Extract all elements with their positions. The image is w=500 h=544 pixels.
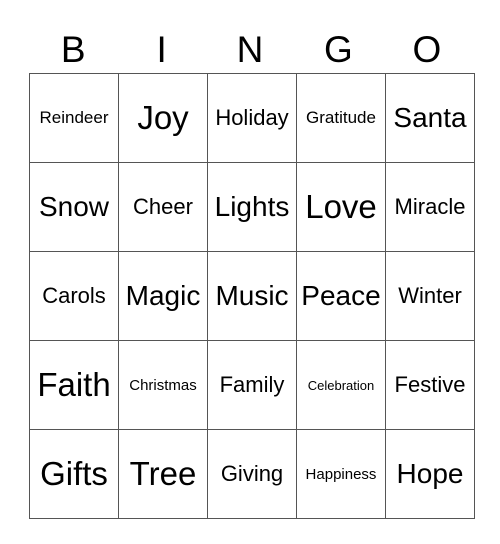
bingo-header: B I N G O xyxy=(29,28,471,72)
bingo-cell[interactable]: Family xyxy=(207,340,297,430)
bingo-cell[interactable]: Festive xyxy=(385,340,475,430)
bingo-cell[interactable]: Gifts xyxy=(29,429,119,519)
bingo-cell[interactable]: Winter xyxy=(385,251,475,341)
bingo-cell[interactable]: Carols xyxy=(29,251,119,341)
header-letter-b: B xyxy=(60,29,86,70)
bingo-row: Gifts Tree Giving Happiness Hope xyxy=(29,429,475,519)
bingo-cell[interactable]: Santa xyxy=(385,73,475,163)
bingo-cell[interactable]: Lights xyxy=(207,162,297,252)
bingo-row: Carols Magic Music Peace Winter xyxy=(29,251,475,341)
bingo-cell[interactable]: Hope xyxy=(385,429,475,519)
bingo-cell[interactable]: Miracle xyxy=(385,162,475,252)
header-letter-n: N xyxy=(236,29,264,70)
bingo-cell[interactable]: Cheer xyxy=(118,162,208,252)
bingo-cell[interactable]: Love xyxy=(296,162,386,252)
bingo-row: Reindeer Joy Holiday Gratitude Santa xyxy=(29,73,475,163)
bingo-cell[interactable]: Reindeer xyxy=(29,73,119,163)
bingo-cell[interactable]: Magic xyxy=(118,251,208,341)
bingo-cell[interactable]: Joy xyxy=(118,73,208,163)
bingo-cell[interactable]: Tree xyxy=(118,429,208,519)
bingo-cell[interactable]: Music xyxy=(207,251,297,341)
bingo-cell[interactable]: Snow xyxy=(29,162,119,252)
bingo-cell[interactable]: Christmas xyxy=(118,340,208,430)
bingo-cell[interactable]: Celebration xyxy=(296,340,386,430)
bingo-cell[interactable]: Giving xyxy=(207,429,297,519)
header-letter-g: G xyxy=(324,29,353,70)
header-letter-i: I xyxy=(156,29,167,70)
bingo-row: Snow Cheer Lights Love Miracle xyxy=(29,162,475,252)
bingo-cell[interactable]: Peace xyxy=(296,251,386,341)
bingo-cell[interactable]: Gratitude xyxy=(296,73,386,163)
bingo-row: Faith Christmas Family Celebration Festive xyxy=(29,340,475,430)
bingo-cell[interactable]: Happiness xyxy=(296,429,386,519)
bingo-cell[interactable]: Faith xyxy=(29,340,119,430)
bingo-grid: Reindeer Joy Holiday Gratitude Santa Snow Chee… xyxy=(29,73,475,519)
header-letter-o: O xyxy=(412,29,442,70)
bingo-cell[interactable]: Holiday xyxy=(207,73,297,163)
